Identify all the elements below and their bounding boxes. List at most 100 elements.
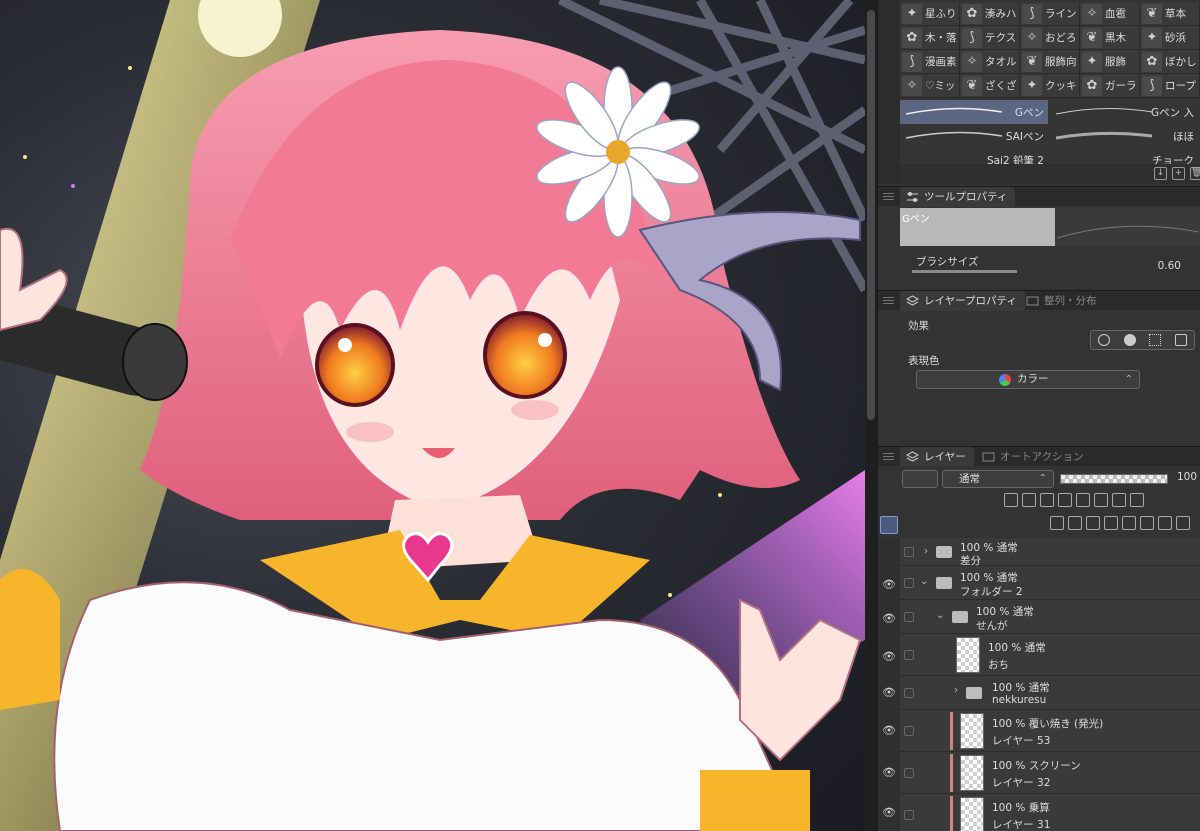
palette-color-icon[interactable]	[1130, 493, 1144, 507]
chevron-down-icon[interactable]: ⌄	[920, 576, 928, 587]
eye-icon[interactable]: 👁	[882, 686, 896, 699]
border-effect-icon[interactable]	[1097, 334, 1110, 346]
layer-mode: 100 % スクリーン	[992, 760, 1081, 772]
brush-cell[interactable]: ❦ 服飾向	[1020, 50, 1080, 74]
blend-mode-select[interactable]: 通常 ⌃	[942, 470, 1054, 488]
mask-add-icon[interactable]	[1140, 516, 1154, 530]
merge-icon[interactable]	[1122, 516, 1136, 530]
layer-name: フォルダー 2	[960, 586, 1023, 598]
brush-cell[interactable]: ✧ おどろ	[1020, 26, 1080, 50]
visibility-checkbox[interactable]	[904, 547, 914, 557]
brush-size-value[interactable]: 0.60	[1158, 260, 1181, 272]
stroke-gpen[interactable]: Gペン	[900, 100, 1048, 124]
tab-auto-action[interactable]: オートアクション	[976, 447, 1091, 467]
new-raster-icon[interactable]	[1050, 516, 1064, 530]
ruler-icon[interactable]	[1112, 493, 1126, 507]
brush-cell[interactable]: ⟆ ライン	[1020, 2, 1080, 26]
eye-icon[interactable]: 👁	[882, 806, 896, 819]
chevron-down-icon[interactable]: ⌄	[936, 610, 944, 621]
layer-row[interactable]: ⌄ 100 % 通常 せんが	[900, 600, 1200, 634]
brush-cell[interactable]: ✧ タオル	[960, 50, 1020, 74]
chevron-right-icon[interactable]: ›	[924, 546, 928, 557]
visibility-checkbox[interactable]	[904, 688, 914, 698]
delete-layer-icon[interactable]	[1176, 516, 1190, 530]
layer-color-icon[interactable]	[1175, 334, 1188, 346]
stroke-gpen-in[interactable]: Gペン 入	[1050, 100, 1198, 124]
layer-row[interactable]: 100 % スクリーン レイヤー 32	[900, 752, 1200, 794]
draft-icon[interactable]	[1040, 493, 1054, 507]
stroke-label: Sai2 鉛筆 2	[986, 155, 1044, 164]
brush-cell[interactable]: ✿ ぼかし	[1140, 50, 1200, 74]
brush-cell[interactable]: ⟆ テクス	[960, 26, 1020, 50]
layer-mode-button[interactable]	[902, 470, 938, 488]
opacity-value[interactable]: 100	[1177, 471, 1197, 483]
tab-align[interactable]: 整列・分布	[1020, 291, 1105, 311]
new-subtool-icon[interactable]: +	[1172, 167, 1185, 180]
reference-icon[interactable]	[1022, 493, 1036, 507]
visibility-checkbox[interactable]	[904, 810, 914, 820]
layer-panel-toggle-icon[interactable]	[880, 516, 898, 534]
copy-subtool-icon[interactable]: ↓	[1154, 167, 1167, 180]
brush-cell[interactable]: ✦ 砂浜	[1140, 26, 1200, 50]
stroke-sai[interactable]: SAIペン	[900, 124, 1048, 148]
tab-tool-property[interactable]: ツールプロパティ	[900, 187, 1016, 207]
eye-icon[interactable]: 👁	[882, 612, 896, 625]
expression-color-select[interactable]: カラー ⌃	[916, 370, 1140, 389]
extract-line-icon[interactable]	[1123, 334, 1136, 346]
brush-cell[interactable]: ✦ 星ふり	[900, 2, 960, 26]
brush-label: タオル	[985, 56, 1017, 68]
apply-mask-icon[interactable]	[1158, 516, 1172, 530]
clip-icon[interactable]	[1004, 493, 1018, 507]
brush-cell[interactable]: ✧ ♡ミッ	[900, 74, 960, 98]
brush-cell[interactable]: ❦ ざくざ	[960, 74, 1020, 98]
brush-preset-icon: ✿	[1082, 75, 1102, 96]
layer-row[interactable]: 100 % 乗算 レイヤー 31	[900, 794, 1200, 831]
tone-icon[interactable]	[1149, 334, 1162, 346]
brush-cell[interactable]: ✦ 服飾	[1080, 50, 1140, 74]
brush-cell[interactable]: ✿ 湊みハ	[960, 2, 1020, 26]
visibility-checkbox[interactable]	[904, 650, 914, 660]
eye-icon[interactable]: 👁	[882, 650, 896, 663]
eye-icon[interactable]: 👁	[882, 724, 896, 737]
tab-layer[interactable]: レイヤー	[900, 447, 974, 467]
scroll-thumb[interactable]	[867, 10, 875, 420]
layer-row[interactable]: › 100 % 通常 nekkuresu	[900, 676, 1200, 710]
transfer-down-icon[interactable]	[1104, 516, 1118, 530]
eye-icon[interactable]: 👁	[882, 578, 896, 591]
layer-thumbnail	[956, 637, 980, 673]
new-folder-icon[interactable]	[1086, 516, 1100, 530]
chevron-right-icon[interactable]: ›	[954, 685, 958, 696]
stroke-chalk[interactable]: チョーク	[1050, 148, 1198, 164]
new-vector-icon[interactable]	[1068, 516, 1082, 530]
brush-cell[interactable]: ⟆ ロープ	[1140, 74, 1200, 98]
visibility-checkbox[interactable]	[904, 578, 914, 588]
brush-size-slider[interactable]	[912, 270, 1017, 273]
visibility-checkbox[interactable]	[904, 768, 914, 778]
opacity-slider[interactable]	[1060, 474, 1168, 484]
drawing-canvas[interactable]	[0, 0, 865, 831]
layer-row[interactable]: 100 % 通常 おち	[900, 634, 1200, 676]
brush-cell[interactable]: ❦ 草本	[1140, 2, 1200, 26]
layer-row[interactable]: 100 % 覆い焼き (発光) レイヤー 53	[900, 710, 1200, 752]
effect-buttons[interactable]	[1090, 330, 1195, 350]
tab-layer-property[interactable]: レイヤープロパティ	[900, 291, 1025, 311]
mask-icon[interactable]	[1094, 493, 1108, 507]
brush-cell[interactable]: ✦ クッキ	[1020, 74, 1080, 98]
lock-alpha-icon[interactable]	[1076, 493, 1090, 507]
brush-cell[interactable]: ⟆ 漫画素	[900, 50, 960, 74]
brush-size-row[interactable]: ブラシサイズ 0.60	[900, 250, 1200, 273]
visibility-checkbox[interactable]	[904, 726, 914, 736]
brush-cell[interactable]: ✿ ガーラ	[1080, 74, 1140, 98]
brush-cell[interactable]: ✿ 木・落	[900, 26, 960, 50]
brush-cell[interactable]: ✧ 血雹	[1080, 2, 1140, 26]
lock-icon[interactable]	[1058, 493, 1072, 507]
eye-icon[interactable]: 👁	[882, 766, 896, 779]
stroke-hoho[interactable]: ほほ	[1050, 124, 1198, 148]
visibility-checkbox[interactable]	[904, 612, 914, 622]
brush-cell[interactable]: ❦ 黒木	[1080, 26, 1140, 50]
layer-row[interactable]: › 100 % 通常 差分	[900, 538, 1200, 567]
delete-subtool-icon[interactable]: 🗑	[1190, 167, 1200, 180]
stroke-sai2[interactable]: Sai2 鉛筆 2	[900, 148, 1048, 164]
layer-row[interactable]: 👁 ⌄ 100 % 通常 フォルダー 2	[900, 566, 1200, 600]
canvas-scrollbar[interactable]	[865, 0, 877, 831]
